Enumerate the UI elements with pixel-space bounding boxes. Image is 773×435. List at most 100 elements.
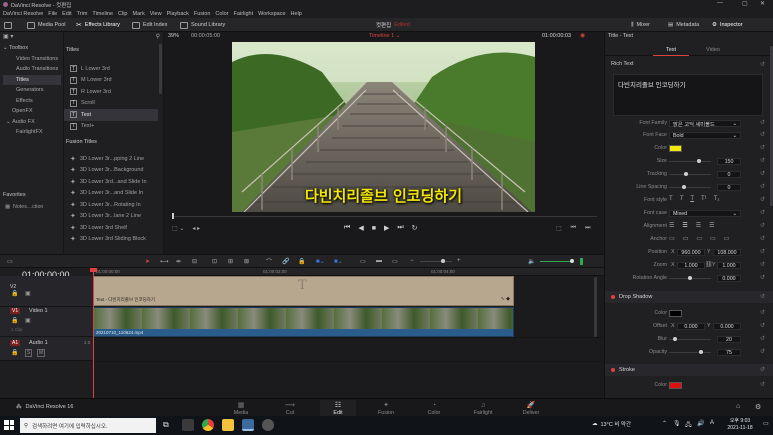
page-deliver[interactable]: 🚀 Deliver [513, 400, 549, 416]
zoom-full-icon[interactable]: ▭ [360, 258, 366, 265]
page-color[interactable]: ◔ Color [416, 400, 452, 416]
menu-edit[interactable]: Edit [62, 11, 71, 17]
flag-icon[interactable]: ■⌄ [316, 258, 325, 265]
snapping-icon[interactable]: ⌒ [266, 257, 272, 266]
timeline-scrollbar[interactable] [594, 277, 597, 337]
blade-tool-icon[interactable]: ⊟ [192, 258, 197, 265]
enable-dot-icon[interactable] [611, 368, 615, 372]
page-cut[interactable]: ⟿ Cut [272, 400, 308, 416]
app-taskbar-icon[interactable] [262, 419, 274, 431]
fusion-title-item[interactable]: ✦ 3D Lower 3r...lane 2 Line [64, 211, 158, 223]
title-item[interactable]: T Text+ [64, 121, 158, 133]
viewer-zoom[interactable]: 39% [168, 33, 179, 39]
reset-icon[interactable]: ↺ [760, 261, 765, 268]
fairlightfx-item[interactable]: FairlightFX [3, 127, 61, 138]
reset-icon[interactable]: ↺ [760, 196, 765, 203]
menu-color[interactable]: Color [215, 11, 228, 17]
zoom-detail-icon[interactable]: ▬ [376, 258, 382, 264]
subscript-style-button[interactable]: T₁ [714, 196, 720, 202]
mixer-button[interactable]: ⫼ Mixer [631, 20, 650, 30]
previous-frame-icon[interactable]: ⏮ [571, 225, 576, 232]
zoom-out-icon[interactable]: − [410, 258, 414, 264]
windows-start-icon[interactable] [4, 420, 14, 430]
monitor-icon[interactable]: ▣ [25, 290, 31, 297]
volume-slider-knob[interactable] [570, 259, 574, 263]
blur-value[interactable]: 20 [717, 336, 741, 343]
settings-gear-icon[interactable]: ⚙ [755, 403, 761, 411]
reset-icon[interactable]: ↺ [760, 183, 765, 190]
tab-video[interactable]: Video [695, 44, 731, 56]
size-value[interactable]: 150 [717, 158, 741, 165]
reset-icon[interactable]: ↺ [760, 131, 765, 138]
scrubber-playhead[interactable] [172, 213, 174, 219]
menu-davinci[interactable]: DaVinci Resolve [3, 11, 43, 17]
anchor-center-icon[interactable]: ▭ [683, 235, 689, 242]
panel-toggle-button[interactable] [4, 20, 12, 30]
weather-widget[interactable]: ☁ 13°C 비 약간 [592, 420, 631, 428]
page-fairlight[interactable]: ♫ Fairlight [465, 400, 501, 416]
fusion-title-item[interactable]: ✦ 3D Lower 3rd...and Slide In [64, 176, 158, 188]
position-lock-icon[interactable]: 🔒 [298, 258, 305, 265]
reset-icon[interactable]: ↺ [760, 144, 765, 151]
anchor-top-icon[interactable]: ▭ [710, 235, 716, 242]
reset-icon[interactable]: ↺ [760, 309, 765, 316]
reset-icon[interactable]: ↺ [760, 119, 765, 126]
offset-x-input[interactable]: 0.000 [677, 323, 705, 330]
zoom-slider[interactable] [420, 261, 452, 262]
search-icon[interactable]: ⚲ [156, 33, 160, 40]
viewer-scrubber[interactable] [172, 216, 597, 217]
ime-indicator[interactable]: A [710, 420, 714, 426]
title-item[interactable]: TR Lower 3rd [64, 86, 158, 98]
menu-timeline[interactable]: Timeline [92, 11, 113, 17]
fusion-title-item[interactable]: ✦ 3D Lower 3r...pping 2 Line [64, 153, 158, 165]
size-slider-knob[interactable] [697, 159, 701, 163]
opacity-value[interactable]: 75 [717, 349, 741, 356]
page-media[interactable]: ▦ Media [223, 400, 259, 416]
microphone-icon[interactable]: 🎙 [673, 420, 681, 427]
menu-trim[interactable]: Trim [77, 11, 88, 17]
viewer-mode-icon[interactable]: ⬚ ⌄ [172, 225, 184, 232]
tab-text[interactable]: Text [653, 44, 689, 56]
lock-icon[interactable]: 🔒 [11, 349, 18, 356]
offset-y-input[interactable]: 0.000 [713, 323, 741, 330]
task-view-icon[interactable]: ⧉ [163, 420, 169, 430]
reset-icon[interactable]: ↺ [760, 274, 765, 281]
file-explorer-icon[interactable] [222, 419, 234, 431]
zoom-custom-icon[interactable]: ▭ [392, 258, 398, 265]
record-icon[interactable]: ◉ [580, 32, 585, 39]
opacity-slider[interactable] [669, 352, 711, 353]
text-color-swatch[interactable] [669, 145, 682, 152]
page-edit[interactable]: ☷ Edit [320, 400, 356, 416]
taskbar-search-box[interactable]: ⚲ 검색하려면 여기에 입력하십시오. [20, 418, 156, 433]
go-to-end-icon[interactable]: ⏭ [397, 224, 403, 232]
zoom-x-input[interactable]: 1.000 [677, 262, 705, 269]
tracking-slider[interactable] [669, 174, 711, 175]
align-justify-icon[interactable]: ☰ [709, 222, 714, 229]
position-x-input[interactable]: 960.000 [677, 249, 705, 256]
favorite-item[interactable]: ▦ Notes…ction [5, 204, 43, 210]
next-frame-icon[interactable]: ⏭ [585, 225, 590, 232]
zoom-in-icon[interactable]: + [457, 258, 461, 264]
mute-button[interactable]: M [37, 349, 46, 357]
overlay-title-text[interactable]: 다빈치리졸브 인코딩하기 [232, 185, 535, 206]
video-transitions-item[interactable]: Video Transitions [3, 54, 61, 65]
insert-clip-icon[interactable]: ⊡ [212, 258, 217, 265]
home-icon[interactable]: ⌂ [736, 403, 740, 410]
close-button[interactable]: ✕ [760, 0, 765, 7]
match-frame-icon[interactable]: ◂ ▸ [192, 225, 200, 232]
align-left-icon[interactable]: ☰ [669, 222, 674, 229]
reset-icon[interactable]: ↺ [760, 209, 765, 216]
media-pool-button[interactable]: Media Pool [27, 20, 66, 30]
fusion-title-item[interactable]: ✦ 3D Lower 3r...and Slide In [64, 188, 158, 200]
davinci-taskbar-icon[interactable] [242, 419, 254, 431]
toolbox-item[interactable]: ⌄ Toolbox [3, 43, 61, 54]
maximize-button[interactable]: ▢ [742, 0, 748, 7]
volume-icon[interactable]: 🔊 [697, 420, 704, 427]
reset-icon[interactable]: ↺ [760, 381, 765, 388]
anchor-right-icon[interactable]: ▭ [696, 235, 702, 242]
title-item-selected[interactable]: T Text [64, 109, 158, 121]
effects-library-button[interactable]: ✂ Effects Library [76, 20, 120, 30]
playhead[interactable] [93, 268, 94, 399]
reset-icon[interactable]: ↺ [760, 235, 765, 242]
page-fusion[interactable]: ✦ Fusion [368, 400, 404, 416]
